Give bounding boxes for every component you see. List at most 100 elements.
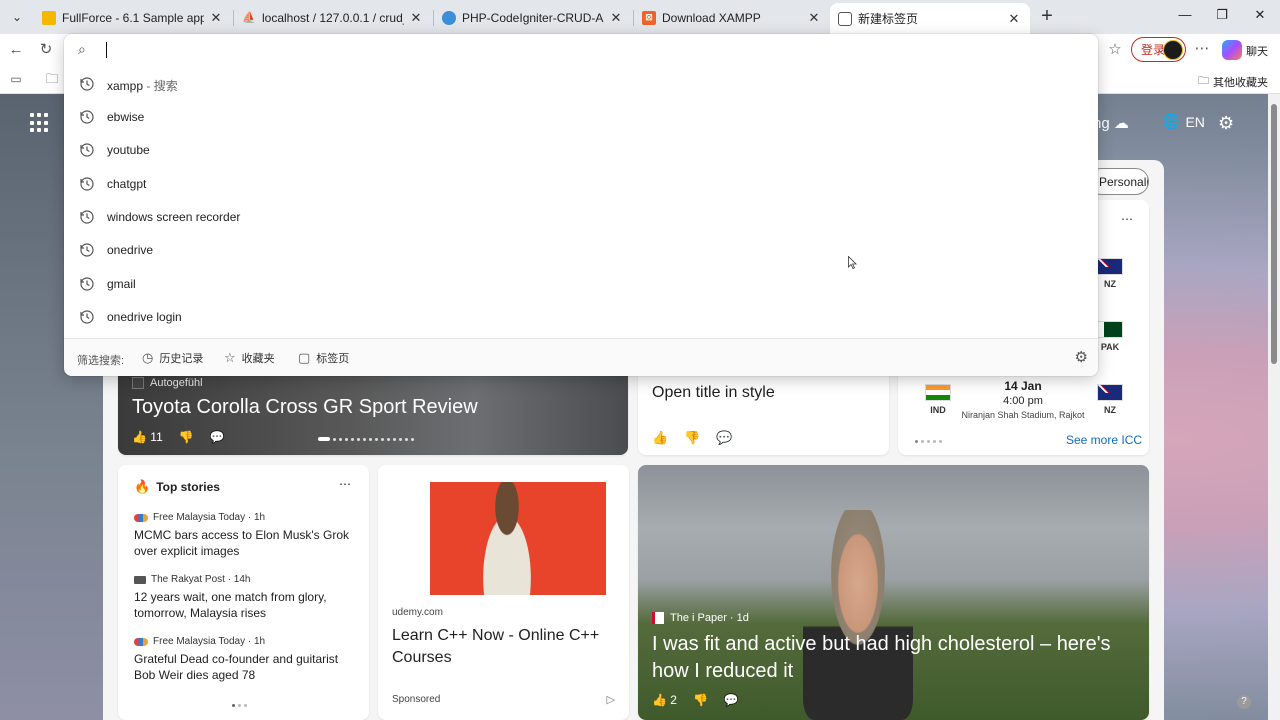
- ad-headline[interactable]: Learn C++ Now - Online C++ Courses: [392, 625, 618, 669]
- story-headline[interactable]: Toyota Corolla Cross GR Sport Review: [132, 396, 478, 419]
- chat-label[interactable]: 聊天: [1246, 43, 1268, 59]
- suggestion-item[interactable]: chatgpt: [64, 168, 1098, 201]
- other-favorites-button[interactable]: 🗀 其他收藏夹: [1198, 72, 1268, 91]
- weather-widget[interactable]: ng ☁: [1093, 114, 1129, 132]
- login-button[interactable]: 登录: [1131, 37, 1186, 62]
- like-icon[interactable]: 👍: [652, 430, 668, 446]
- text-caret: [106, 42, 107, 58]
- suggestion-item[interactable]: onedrive login: [64, 301, 1098, 334]
- dislike-icon[interactable]: 👎: [179, 430, 194, 444]
- history-icon: [80, 243, 94, 257]
- close-tab-icon[interactable]: ✕: [608, 10, 624, 26]
- collections-icon[interactable]: ▭: [6, 70, 26, 90]
- history-icon: [80, 210, 94, 224]
- comment-icon[interactable]: 💬: [716, 430, 732, 446]
- more-options-icon[interactable]: ⋯: [1192, 40, 1212, 60]
- sponsored-label: Sponsored: [392, 694, 441, 705]
- copilot-icon[interactable]: [1222, 40, 1242, 60]
- suggestion-text: windows screen recorder: [107, 210, 241, 224]
- minimize-button[interactable]: —: [1175, 7, 1195, 27]
- comment-icon[interactable]: 💬: [210, 430, 225, 444]
- help-icon[interactable]: ?: [1237, 695, 1251, 709]
- address-input[interactable]: [108, 40, 1008, 60]
- publisher-logo-icon: [134, 513, 148, 522]
- address-bar[interactable]: ⌕: [64, 34, 1098, 66]
- dislike-icon[interactable]: 👎: [693, 693, 708, 707]
- suggestion-item[interactable]: youtube: [64, 134, 1098, 167]
- suggestion-item[interactable]: onedrive: [64, 234, 1098, 267]
- restore-button[interactable]: ❐: [1212, 7, 1232, 27]
- page-settings-gear-icon[interactable]: ⚙: [1218, 113, 1234, 134]
- carousel-dots[interactable]: [232, 704, 247, 707]
- comment-icon[interactable]: 💬: [724, 693, 739, 707]
- language-button[interactable]: 🌐 EN: [1162, 113, 1205, 130]
- filter-history-button[interactable]: ◷ 历史记录: [142, 350, 203, 366]
- tab-title: localhost / 127.0.0.1 / crud_db | php: [262, 10, 404, 25]
- list-item[interactable]: Free Malaysia Today · 1h Grateful Dead c…: [134, 636, 354, 683]
- match-info[interactable]: 14 Jan 4:00 pm Niranjan Shah Stadium, Ra…: [960, 379, 1086, 420]
- close-tab-icon[interactable]: ✕: [806, 10, 822, 26]
- suggestion-item[interactable]: xampp - 搜索: [64, 68, 1098, 101]
- tab-download-xampp[interactable]: ⊠ Download XAMPP ✕: [634, 3, 830, 32]
- match-venue: Niranjan Shah Stadium, Rajkot: [961, 410, 1085, 420]
- nz-flag-icon: [1097, 258, 1123, 275]
- page-scrollbar[interactable]: [1268, 94, 1280, 720]
- ind-flag-icon: [925, 384, 951, 401]
- filter-favorites-button[interactable]: ☆ 收藏夹: [224, 350, 275, 366]
- search-settings-gear-icon[interactable]: ⚙: [1075, 348, 1088, 366]
- story-title[interactable]: MCMC bars access to Elon Musk's Grok ove…: [134, 527, 354, 559]
- see-more-icc-link[interactable]: See more ICC: [1066, 433, 1142, 447]
- history-icon: [80, 143, 94, 157]
- top-stories-card: 🔥 Top stories ⋯ Free Malaysia Today · 1h …: [118, 465, 369, 720]
- tab-actions-menu-button[interactable]: ⌄: [6, 6, 28, 28]
- dislike-icon[interactable]: 👎: [684, 430, 700, 446]
- suggestion-item[interactable]: gmail: [64, 268, 1098, 301]
- filter-tabs-button[interactable]: ▢ 标签页: [298, 350, 349, 366]
- list-item[interactable]: Free Malaysia Today · 1h MCMC bars acces…: [134, 512, 354, 559]
- carousel-dots[interactable]: [318, 437, 414, 441]
- app-launcher-icon[interactable]: [30, 113, 50, 133]
- story-headline[interactable]: Open title in style: [652, 384, 775, 402]
- source-name: The i Paper · 1d: [670, 612, 749, 624]
- ad-image: [400, 482, 606, 595]
- photo-story-card[interactable]: The i Paper · 1d I was fit and active bu…: [638, 465, 1149, 720]
- close-tab-icon[interactable]: ✕: [1006, 11, 1022, 27]
- suggestion-item[interactable]: windows screen recorder: [64, 201, 1098, 234]
- close-tab-icon[interactable]: ✕: [208, 10, 224, 26]
- address-suggestions-dropdown: ⌕ xampp - 搜索 ebwise youtube chatgpt wind…: [64, 34, 1098, 376]
- story-title[interactable]: 12 years wait, one match from glory, tom…: [134, 589, 354, 621]
- login-label: 登录: [1141, 43, 1166, 57]
- like-button[interactable]: 👍 2: [652, 693, 677, 707]
- phpmyadmin-favicon-icon: ⛵: [242, 12, 256, 24]
- sponsored-ad-card[interactable]: udemy.com Learn C++ Now - Online C++ Cou…: [378, 465, 629, 720]
- suggestion-text: youtube: [107, 143, 150, 157]
- tab-new-tab[interactable]: 新建标签页 ✕: [830, 3, 1030, 34]
- ad-domain: udemy.com: [392, 607, 443, 618]
- more-options-icon[interactable]: ⋯: [339, 477, 351, 491]
- favorites-star-icon[interactable]: ☆: [1105, 41, 1125, 61]
- suggestion-item[interactable]: ebwise: [64, 101, 1098, 134]
- scrollbar-thumb[interactable]: [1271, 104, 1277, 364]
- close-tab-icon[interactable]: ✕: [408, 10, 424, 26]
- folder-icon[interactable]: 🗀: [42, 70, 62, 90]
- back-arrow-icon[interactable]: ←: [6, 41, 26, 61]
- section-title: Top stories: [156, 480, 220, 494]
- globe-icon: 🌐: [1162, 113, 1180, 129]
- filter-label: 筛选搜索:: [77, 355, 125, 367]
- refresh-icon[interactable]: ↻: [36, 41, 56, 61]
- carousel-dots[interactable]: [915, 440, 942, 443]
- like-count: 11: [150, 430, 163, 444]
- close-window-button[interactable]: ✕: [1250, 7, 1270, 27]
- story-photo: [803, 510, 913, 720]
- tab-fullforce[interactable]: FullForce - 6.1 Sample application ✕: [34, 3, 232, 32]
- list-item[interactable]: The Rakyat Post · 14h 12 years wait, one…: [134, 574, 354, 621]
- like-button[interactable]: 👍 11: [132, 430, 163, 444]
- new-tab-button[interactable]: +: [1036, 6, 1058, 28]
- tab-phpmyadmin[interactable]: ⛵ localhost / 127.0.0.1 / crud_db | php …: [234, 3, 432, 32]
- suggestion-text: gmail: [107, 277, 136, 291]
- more-options-icon[interactable]: ⋯: [1121, 212, 1133, 226]
- story-title[interactable]: Grateful Dead co-founder and guitarist B…: [134, 651, 354, 683]
- story-headline[interactable]: I was fit and active but had high choles…: [652, 631, 1132, 685]
- tab-github-crud[interactable]: PHP-CodeIgniter-CRUD-Application ✕: [434, 3, 632, 32]
- ad-choices-icon[interactable]: ▷: [607, 693, 615, 706]
